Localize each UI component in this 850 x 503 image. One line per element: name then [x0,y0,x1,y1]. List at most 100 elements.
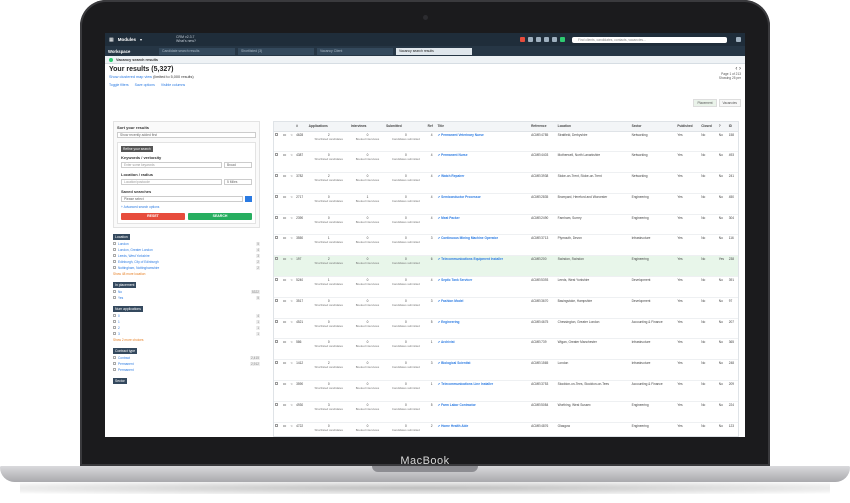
facet-label[interactable]: 3 [113,332,120,336]
calendar-icon[interactable] [544,37,549,42]
checkbox-icon[interactable] [275,340,278,344]
row-star-icon[interactable]: ☆ [288,401,296,423]
submitted-cell[interactable]: 0 Candidates submitted [385,359,427,382]
column-header[interactable]: ID [727,122,738,132]
checkbox-icon[interactable] [275,215,278,219]
row-star-icon[interactable]: ☆ [288,276,296,298]
crm-version[interactable]: CRM v2.3.7 What's new? [176,35,196,43]
submitted-cell[interactable]: 0 Candidates submitted [385,234,427,257]
column-header[interactable]: Ref [426,122,437,132]
table-row[interactable]: ••• ☆ 2717 0 Shortlisted candidates 1 Booked i… [274,193,738,215]
submitted-cell[interactable]: 0 Candidates submitted [385,276,427,298]
row-actions-icon[interactable]: ••• [280,193,289,215]
checkbox-icon[interactable] [275,402,278,406]
history-icon[interactable] [536,37,541,42]
facet-item[interactable]: Nottingham, Nottinghamshire 2 [113,266,260,270]
row-checkbox[interactable] [274,276,281,298]
column-header[interactable]: Location [556,122,631,132]
column-header[interactable]: ? [717,122,728,132]
facet-label[interactable]: Permanent [113,368,134,372]
facet-item[interactable]: No 5322 [113,290,260,294]
cluster-map-link[interactable]: Show clustered map view [109,75,152,79]
save-options-link[interactable]: Save options [135,83,155,87]
row-checkbox[interactable] [274,359,281,382]
table-row[interactable]: ••• ☆ 3590 0 Shortlisted candidates 0 Booked i… [274,380,738,402]
facet-title[interactable]: In placement [113,282,137,288]
facet-item[interactable]: Contract 2,415 [113,356,260,360]
checkbox-icon[interactable] [275,298,278,302]
submitted-cell[interactable]: 0 Candidates submitted [385,401,427,423]
row-checkbox[interactable] [274,380,281,402]
row-actions-icon[interactable]: ••• [280,172,289,194]
facet-label[interactable]: Edinburgh, City of Edinburgh [113,260,159,264]
facet-title[interactable]: Contract type [113,348,138,354]
checkbox-icon[interactable] [113,248,116,251]
facet-title[interactable]: Num applications [113,306,144,312]
facet-more-link[interactable]: Show 2 more choices [113,338,260,342]
facet-title[interactable]: Sector [113,378,127,384]
checkbox-icon[interactable] [275,278,278,282]
interviews-cell[interactable]: 0 Booked interviews [349,318,386,340]
interviews-cell[interactable]: 0 Booked interviews [349,422,386,436]
facet-item[interactable]: 31 [113,332,260,336]
row-actions-icon[interactable]: ••• [280,359,289,382]
table-row[interactable]: ••• ☆ 586 0 Shortlisted candidates 0 Booked in… [274,338,738,361]
interviews-cell[interactable]: 0 Booked interviews [349,131,386,153]
facet-item[interactable]: Edinburgh, City of Edinburgh 2 [113,260,260,264]
row-star-icon[interactable]: ☆ [288,297,296,319]
checkbox-icon[interactable] [275,319,278,323]
facet-item[interactable]: Permanent [113,368,260,372]
checkbox-icon[interactable] [113,326,116,329]
interviews-cell[interactable]: 0 Booked interviews [349,276,386,298]
interviews-cell[interactable]: 0 Booked interviews [349,338,386,361]
messages-icon[interactable] [528,37,533,42]
view-tab-vacancies[interactable]: Vacancies [718,99,741,107]
facet-item[interactable]: Leeds, West Yorkshire 3 [113,254,260,258]
checkbox-icon[interactable] [275,236,278,240]
facet-label[interactable]: Nottingham, Nottinghamshire [113,266,159,270]
row-star-icon[interactable]: ☆ [288,359,296,382]
keywords-input[interactable]: Enter some keywords [121,162,222,168]
submitted-cell[interactable]: 0 Candidates submitted [385,422,427,436]
tasks-icon[interactable] [552,37,557,42]
vacancy-title-link[interactable]: ↗ Septic Tank Servicer [436,276,531,298]
applications-cell[interactable]: 0 Shortlisted candidates [307,338,350,361]
checkbox-icon[interactable] [113,332,116,335]
table-row[interactable]: ••• ☆ 4521 0 Shortlisted candidates 0 Booked i… [274,318,738,340]
workspace-label[interactable]: Workspace [108,49,156,54]
notification-icon[interactable] [520,37,525,42]
interviews-cell[interactable]: 0 Booked interviews [349,214,386,236]
column-header[interactable]: Interviews [349,122,386,132]
applications-cell[interactable]: 1 Shortlisted candidates [307,276,350,298]
vacancy-title-link[interactable]: ↗ Watch Repairer [436,172,531,194]
interviews-cell[interactable]: 0 Booked interviews [349,380,386,402]
vacancy-title-link[interactable]: ↗ Semiconductor Processor [436,193,531,215]
column-header[interactable]: Applications [307,122,350,132]
submitted-cell[interactable]: 0 Candidates submitted [385,214,427,236]
location-input[interactable]: Location/postcode [121,179,222,185]
workspace-tab-active[interactable]: Vacancy search results [396,47,472,55]
table-row[interactable]: ••• ☆ 4722 0 Shortlisted candidates 0 Booked i… [274,422,738,436]
facet-item[interactable]: 21 [113,326,260,330]
applications-cell[interactable]: 1 Shortlisted candidates [307,234,350,257]
row-checkbox[interactable] [274,214,281,236]
row-checkbox[interactable] [274,338,281,361]
interviews-cell[interactable]: 0 Booked interviews [349,234,386,257]
row-actions-icon[interactable]: ••• [280,401,289,423]
table-row[interactable]: ••• ☆ 4628 2 Shortlisted candidates 0 Booked i… [274,131,738,153]
grid-icon[interactable]: ▦ [109,37,114,43]
interviews-cell[interactable]: 0 Booked interviews [349,255,386,278]
facet-label[interactable]: Permanent [113,362,134,366]
row-checkbox[interactable] [274,131,281,153]
checkbox-icon[interactable] [275,194,278,198]
checkbox-icon[interactable] [275,382,278,386]
facet-item[interactable]: 04 [113,314,260,318]
checkbox-icon[interactable] [113,296,116,299]
modules-menu[interactable]: Modules [118,37,136,42]
vacancy-title-link[interactable]: ↗ Telecommunications Line Installer [436,380,531,402]
table-row[interactable]: ••• ☆ 197 2 Shortlisted candidates 0 Booked in… [274,255,738,278]
search-button[interactable]: SEARCH [188,213,252,220]
applications-cell[interactable]: 0 Shortlisted candidates [307,193,350,215]
submitted-cell[interactable]: 0 Candidates submitted [385,131,427,153]
facet-label[interactable]: Yes [113,296,123,300]
